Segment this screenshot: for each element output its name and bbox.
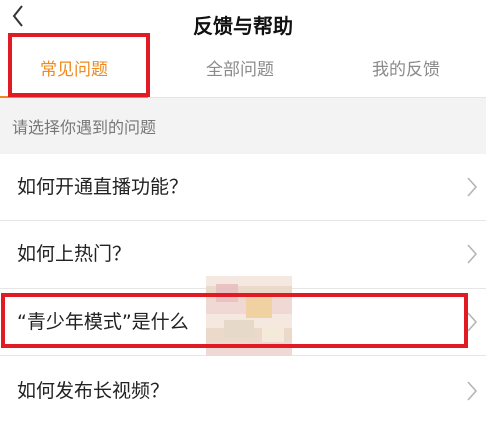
highlight-box-faq-tab (8, 33, 150, 97)
list-item-live-streaming[interactable]: 如何开通直播功能？ (0, 154, 486, 220)
list-item-label: 如何开通直播功能？ (17, 176, 189, 198)
highlight-box-youth-mode (1, 293, 468, 348)
list-item-long-video[interactable]: 如何发布长视频？ (0, 356, 486, 422)
list-item-label: 如何上热门？ (17, 243, 132, 265)
chevron-right-icon (467, 177, 478, 197)
section-label: 请选择你遇到的问题 (12, 118, 157, 137)
section-header: 请选择你遇到的问题 (0, 98, 486, 154)
list-item-label: 如何发布长视频？ (17, 380, 170, 402)
chevron-right-icon (467, 381, 478, 401)
tab-my-feedback[interactable]: 我的反馈 (356, 58, 456, 82)
tab-all-questions[interactable]: 全部问题 (190, 58, 290, 82)
chevron-right-icon (467, 244, 478, 264)
